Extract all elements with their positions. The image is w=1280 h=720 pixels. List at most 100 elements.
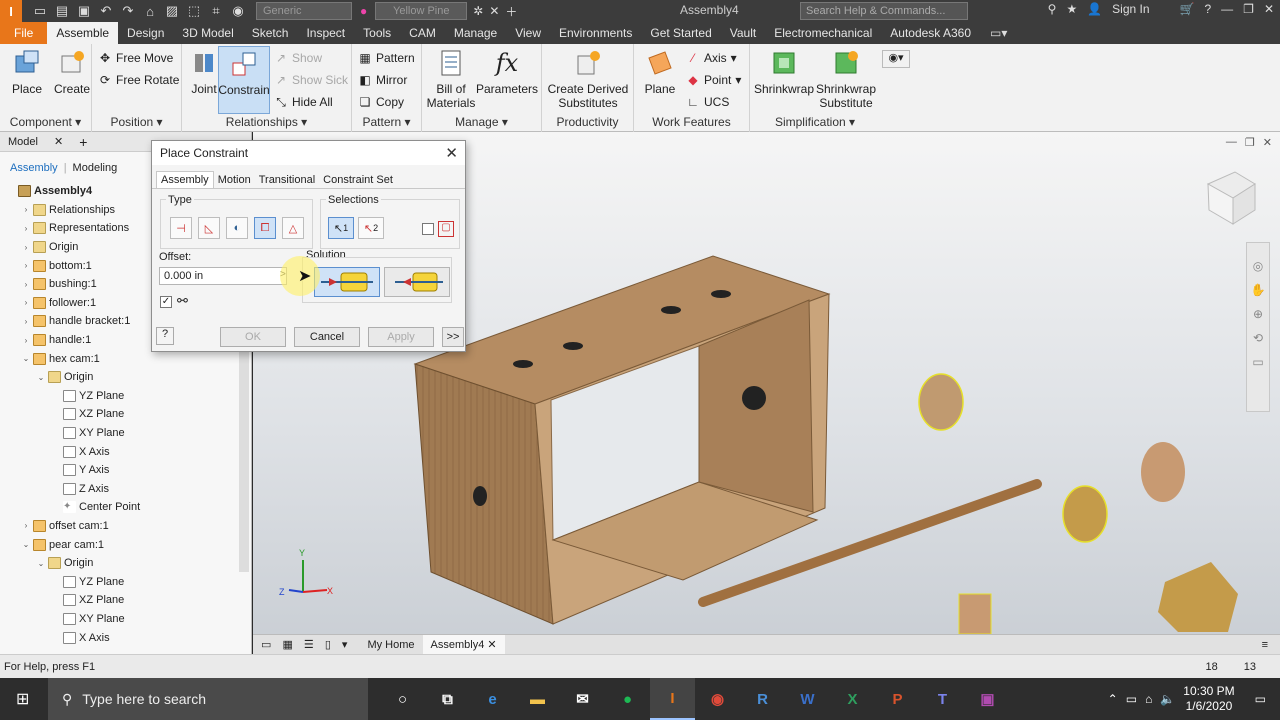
expand-toggle-icon[interactable]: ⌄ [21,540,31,549]
volume-icon[interactable]: 🔈 [1160,692,1175,706]
expand-toggle-icon[interactable]: ⌄ [36,373,46,382]
copy-button[interactable]: ❏ Copy [358,92,404,112]
expand-toggle-icon[interactable]: › [21,205,31,214]
windows-start-icon[interactable]: ⊞ [16,689,29,709]
close-browser-icon[interactable]: ✕ [54,135,63,148]
group-label[interactable]: Position ▾ [92,115,181,129]
file-explorer-icon[interactable]: ▬ [515,678,560,720]
appearance-wheel-icon[interactable]: ● [360,4,367,18]
new-icon[interactable]: ▭ [30,2,50,20]
expand-toggle-icon[interactable]: › [21,298,31,307]
tab-autodesk-a360[interactable]: Autodesk A360 [881,22,980,44]
tab-assembly4[interactable]: Assembly4 ✕ [422,634,505,655]
tree-node[interactable]: X Axis [0,442,251,461]
expand-toggle-icon[interactable]: › [21,336,31,345]
tree-node[interactable]: XY Plane [0,424,251,443]
close-window-icon[interactable]: ✕ [1264,2,1274,16]
apply-button[interactable]: Apply [368,327,434,347]
expand-toggle-icon[interactable]: ⌄ [36,559,46,568]
panel-toggle-icon[interactable]: ▭▾ [990,22,1007,44]
tab-tools[interactable]: Tools [354,22,400,44]
battery-icon[interactable]: ▭ [1126,692,1137,706]
screen-recorder-icon[interactable]: ▣ [965,678,1010,720]
tab-sketch[interactable]: Sketch [243,22,298,44]
axis-button[interactable]: ⁄ Axis ▾ [686,48,737,68]
tab-file[interactable]: File [0,22,48,44]
help-search-input[interactable]: Search Help & Commands... [800,2,968,20]
undo-icon[interactable]: ↶ [96,2,116,20]
viewport-close-icon[interactable]: ✕ [1263,136,1272,149]
expand-toggle-icon[interactable]: › [21,261,31,270]
solution-opposed-button[interactable] [314,267,380,297]
group-label[interactable]: Relationships ▾ [182,115,351,129]
add-browser-icon[interactable]: + [79,134,87,150]
appearance-dropdown[interactable]: Yellow Pine [375,2,468,20]
tree-node[interactable]: YZ Plane [0,387,251,406]
expand-toggle-icon[interactable]: › [21,521,31,530]
tab-constraint-set[interactable]: Constraint Set [319,172,397,188]
edge-icon[interactable]: e [470,678,515,720]
tree-node[interactable]: Y Axis [0,461,251,480]
ok-button[interactable]: OK [220,327,286,347]
task-view-icon[interactable]: ⧉ [425,678,470,720]
powerpoint-icon[interactable]: P [875,678,920,720]
parameters-button[interactable]: fx Parameters [476,48,538,96]
orbit-icon[interactable]: ⟲ [1253,331,1263,345]
tab-design[interactable]: Design [118,22,173,44]
tab-get-started[interactable]: Get Started [641,22,720,44]
tab-view[interactable]: View [506,22,550,44]
pan-icon[interactable]: ✋ [1251,283,1266,297]
tree-node[interactable]: Z Axis [0,480,251,499]
tree-node[interactable]: ⌄ pear cam:1 [0,535,251,554]
free-move-button[interactable]: ✥ Free Move [98,48,173,68]
tree-node[interactable]: X Axis [0,628,251,647]
viewport-restore-icon[interactable]: ❐ [1245,136,1255,149]
insert-type-button[interactable]: ⧠ [254,217,276,239]
inventor-logo[interactable]: I [0,0,22,22]
layout-icons[interactable]: ▭ ▦ ☰ ▯ ▾ [253,635,359,655]
update-icon[interactable]: ▨ [162,2,182,20]
redo-icon[interactable]: ↷ [118,2,138,20]
notifications-icon[interactable]: ▭ [1255,692,1266,706]
plus-icon[interactable]: ＋ [505,3,517,20]
tab-assemble[interactable]: Assemble [47,22,119,44]
group-label[interactable]: Component ▾ [0,115,91,129]
show-button[interactable]: ↗ Show [274,48,322,68]
preview-checkbox[interactable]: ✓ [160,296,172,308]
tabs-menu-icon[interactable]: ≡ [1262,639,1268,651]
tree-node[interactable]: ✦ Center Point [0,498,251,517]
constrain-button[interactable]: Constrain [218,46,270,114]
modeling-subtab[interactable]: Modeling [73,162,118,174]
cart-icon[interactable]: 🛒 [1180,2,1195,16]
show-sick-button[interactable]: ↗ Show Sick [274,70,348,90]
cancel-button[interactable]: Cancel [294,327,360,347]
taskbar-search[interactable]: ⚲ Type here to search [48,678,368,720]
plane-button[interactable]: Plane [640,48,680,96]
pattern-button[interactable]: ▦ Pattern [358,48,414,68]
home-icon[interactable]: ⌂ [140,2,160,20]
tab-inspect[interactable]: Inspect [297,22,354,44]
symmetry-type-button[interactable]: △ [282,217,304,239]
cortana-icon[interactable]: ○ [380,678,425,720]
tab-manage[interactable]: Manage [445,22,506,44]
network-icon[interactable]: ⌂ [1145,692,1152,706]
selection-2-button[interactable]: ↖ 2 [358,217,384,239]
offset-cam-part[interactable] [1062,485,1108,543]
free-rotate-button[interactable]: ⟳ Free Rotate [98,70,179,90]
tab-motion[interactable]: Motion [214,172,255,188]
ucs-button[interactable]: ∟ UCS [686,92,729,112]
revit-icon[interactable]: R [740,678,785,720]
tree-node[interactable]: › offset cam:1 [0,517,251,536]
expand-toggle-icon[interactable]: › [21,224,31,233]
group-label[interactable]: Simplification ▾ [750,115,880,129]
offset-input[interactable]: 0.000 in [159,267,287,285]
frame-body[interactable] [413,255,831,625]
mate-type-button[interactable]: ⊣ [170,217,192,239]
hide-all-button[interactable]: ⤡ Hide All [274,92,333,112]
expand-toggle-icon[interactable]: › [21,280,31,289]
tree-node[interactable]: XZ Plane [0,591,251,610]
word-icon[interactable]: W [785,678,830,720]
select-icon[interactable]: ⬚ [184,2,204,20]
group-label[interactable]: Manage ▾ [422,115,541,129]
expand-toggle-icon[interactable]: › [21,243,31,252]
